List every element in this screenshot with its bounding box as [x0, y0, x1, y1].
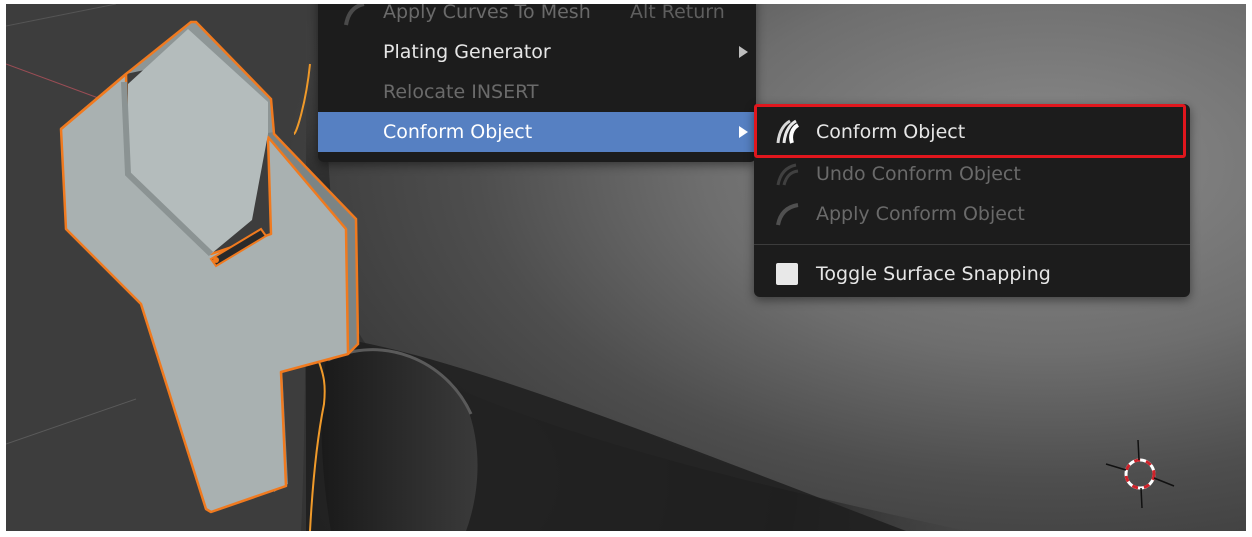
conform-object-icon: [776, 119, 800, 144]
submenu-item-label: Conform Object: [816, 121, 966, 143]
submenu-item-label: Undo Conform Object: [816, 163, 1021, 185]
conform-parent-menu: Apply Curves To Mesh Alt Return Plating …: [318, 4, 756, 162]
curves-icon: [344, 4, 365, 26]
submenu-item-undo-conform-object[interactable]: Undo Conform Object: [754, 154, 1190, 194]
menu-item-relocate-insert[interactable]: Relocate INSERT: [318, 72, 756, 112]
submenu-arrow-icon: [739, 126, 748, 138]
menu-item-label: Conform Object: [383, 121, 533, 143]
3d-viewport[interactable]: Apply Curves To Mesh Alt Return Plating …: [6, 4, 1246, 531]
conform-object-submenu: Conform Object Undo Conform Object Apply…: [754, 104, 1190, 297]
checkbox-icon[interactable]: [776, 263, 798, 285]
menu-item-label: Relocate INSERT: [383, 81, 539, 103]
menu-item-label: Plating Generator: [383, 41, 551, 63]
submenu-item-apply-conform-object[interactable]: Apply Conform Object: [754, 194, 1190, 234]
undo-conform-icon: [776, 163, 799, 186]
apply-conform-icon: [776, 203, 799, 226]
submenu-item-label: Apply Conform Object: [816, 203, 1025, 225]
grid-line: [6, 4, 117, 27]
origin-dot: [213, 257, 219, 263]
submenu-item-conform-object[interactable]: Conform Object: [754, 112, 1190, 152]
menu-item-plating-generator[interactable]: Plating Generator: [318, 32, 756, 72]
menu-item-conform-object[interactable]: Conform Object: [318, 112, 756, 152]
submenu-item-label: Toggle Surface Snapping: [816, 263, 1051, 285]
submenu-item-toggle-surface-snapping[interactable]: Toggle Surface Snapping: [754, 254, 1190, 294]
3d-cursor: [1105, 439, 1175, 509]
grid-line: [6, 398, 137, 445]
menu-item-apply-curves-to-mesh[interactable]: Apply Curves To Mesh Alt Return: [318, 4, 756, 32]
grid-line: [6, 63, 102, 100]
menu-item-label: Apply Curves To Mesh: [383, 4, 591, 23]
submenu-arrow-icon: [739, 46, 748, 58]
shortcut-label: Alt Return: [630, 4, 725, 23]
menu-separator: [754, 244, 1190, 245]
